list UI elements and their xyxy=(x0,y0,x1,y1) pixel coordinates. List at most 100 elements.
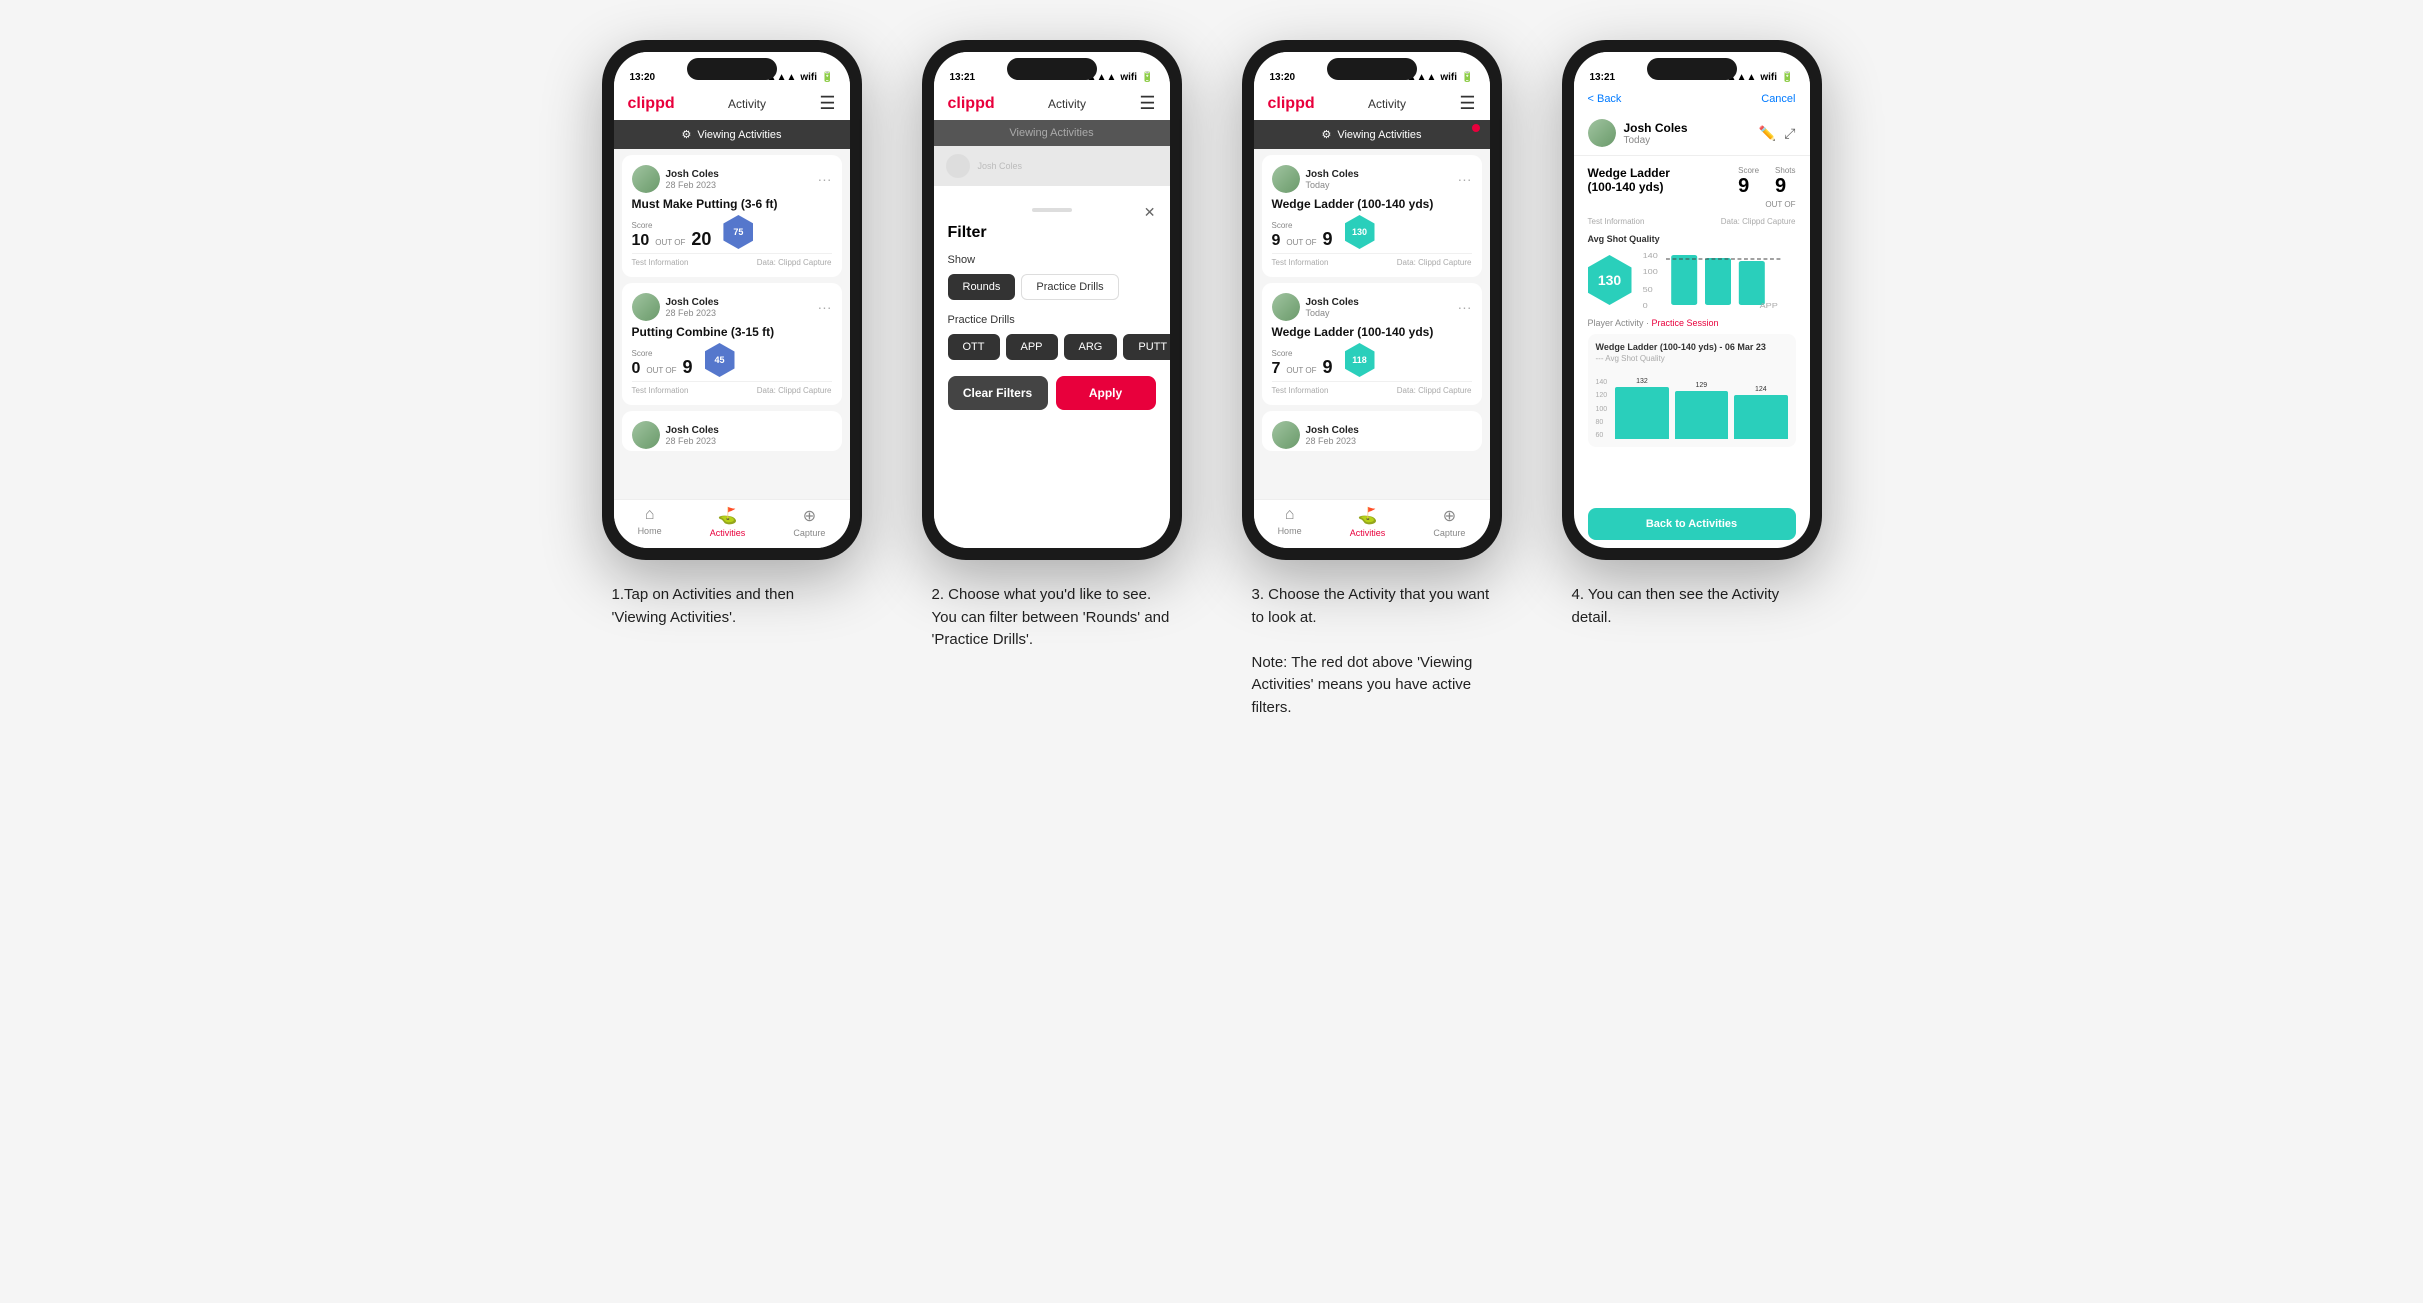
show-filter-buttons-2: Rounds Practice Drills xyxy=(948,274,1156,300)
user-name-1-1: Josh Coles xyxy=(666,169,719,180)
activity-card-3-3[interactable]: Josh Coles 28 Feb 2023 xyxy=(1262,411,1482,451)
detail-actions-4: ✏️ ⤢ xyxy=(1759,125,1796,142)
drill-filter-buttons-2: OTT APP ARG PUTT xyxy=(948,334,1156,360)
practice-session-link-4[interactable]: Practice Session xyxy=(1652,318,1719,328)
time-4: 13:21 xyxy=(1590,72,1616,83)
menu-icon-2[interactable]: ☰ xyxy=(1139,93,1155,114)
avg-quality-row-4: 130 140 100 50 0 xyxy=(1588,250,1796,310)
viewing-activities-bar-3[interactable]: ⚙ Viewing Activities xyxy=(1254,120,1490,149)
ott-btn-2[interactable]: OTT xyxy=(948,334,1000,360)
score-value-3-2: 7 xyxy=(1272,361,1281,377)
arg-btn-2[interactable]: ARG xyxy=(1064,334,1118,360)
home-label-3: Home xyxy=(1278,526,1302,536)
card-user-3-2: Josh Coles Today xyxy=(1272,293,1359,321)
bar-chart-subtitle-4: --- Avg Shot Quality xyxy=(1596,354,1788,363)
bar-item-4-3: 124 xyxy=(1734,386,1787,439)
score-value-1-2: 0 xyxy=(632,361,641,377)
card-header-3-2: Josh Coles Today ··· xyxy=(1272,293,1472,321)
shots-value-1-2: 9 xyxy=(682,358,692,376)
card-dots-3-2[interactable]: ··· xyxy=(1458,299,1472,315)
rounds-filter-btn-2[interactable]: Rounds xyxy=(948,274,1016,300)
activity-card-1-1[interactable]: Josh Coles 28 Feb 2023 ··· Must Make Put… xyxy=(622,155,842,277)
user-info-3-1: Josh Coles Today xyxy=(1306,169,1359,190)
activities-label-3: Activities xyxy=(1350,528,1386,538)
apply-btn-2[interactable]: Apply xyxy=(1056,376,1156,410)
detail-user-date-4: Today xyxy=(1624,135,1688,146)
app-btn-2[interactable]: APP xyxy=(1006,334,1058,360)
wifi-icon: wifi xyxy=(800,72,817,83)
phone-inner-1: 13:20 ▲▲▲ wifi 🔋 clippd Activity ☰ ⚙ xyxy=(614,52,850,548)
avatar-3-2 xyxy=(1272,293,1300,321)
cancel-button-4[interactable]: Cancel xyxy=(1761,93,1795,105)
activity-card-3-1[interactable]: Josh Coles Today ··· Wedge Ladder (100-1… xyxy=(1262,155,1482,277)
detail-user-name-4: Josh Coles xyxy=(1624,121,1688,135)
shot-quality-hex-1-1: 75 xyxy=(723,215,753,249)
page-container: 13:20 ▲▲▲ wifi 🔋 clippd Activity ☰ ⚙ xyxy=(592,40,1832,719)
menu-icon-1[interactable]: ☰ xyxy=(819,93,835,114)
avatar-1-1 xyxy=(632,165,660,193)
bottom-nav-home-3[interactable]: ⌂ Home xyxy=(1278,506,1302,538)
scroll-content-3: Josh Coles Today ··· Wedge Ladder (100-1… xyxy=(1254,149,1490,499)
user-name-3-3: Josh Coles xyxy=(1306,425,1359,436)
bottom-nav-activities-1[interactable]: ⛳ Activities xyxy=(710,506,746,538)
card-footer-1-2: Test Information Data: Clippd Capture xyxy=(632,381,832,395)
card-dots-1-2[interactable]: ··· xyxy=(818,299,832,315)
user-info-1-3: Josh Coles 28 Feb 2023 xyxy=(666,425,719,446)
bottom-nav-home-1[interactable]: ⌂ Home xyxy=(638,506,662,538)
activity-card-1-2[interactable]: Josh Coles 28 Feb 2023 ··· Putting Combi… xyxy=(622,283,842,405)
back-to-activities-btn-4[interactable]: Back to Activities xyxy=(1588,508,1796,540)
activities-icon-1: ⛳ xyxy=(718,506,738,526)
bottom-nav-1: ⌂ Home ⛳ Activities ⊕ Capture xyxy=(614,499,850,548)
caption-1: 1.Tap on Activities and then 'Viewing Ac… xyxy=(612,584,852,629)
bottom-nav-capture-3[interactable]: ⊕ Capture xyxy=(1433,506,1465,538)
edit-icon-4[interactable]: ✏️ xyxy=(1759,125,1776,142)
stats-row-1-2: Score 0 OUT OF 9 45 xyxy=(632,343,832,377)
card-user-1-3: Josh Coles 28 Feb 2023 xyxy=(632,421,719,449)
card-dots-3-1[interactable]: ··· xyxy=(1458,171,1472,187)
footer-right-3-1: Data: Clippd Capture xyxy=(1397,258,1472,267)
card-title-1-2: Putting Combine (3-15 ft) xyxy=(632,325,832,339)
logo-3: clippd xyxy=(1268,95,1315,113)
footer-left-1-1: Test Information xyxy=(632,258,689,267)
card-user-3-1: Josh Coles Today xyxy=(1272,165,1359,193)
card-header-1-1: Josh Coles 28 Feb 2023 ··· xyxy=(632,165,832,193)
footer-left-3-2: Test Information xyxy=(1272,386,1329,395)
nav-bar-1: clippd Activity ☰ xyxy=(614,87,850,120)
wifi-icon-3: wifi xyxy=(1440,72,1457,83)
scroll-content-1: Josh Coles 28 Feb 2023 ··· Must Make Put… xyxy=(614,149,850,499)
close-icon-2[interactable]: ✕ xyxy=(1144,204,1156,221)
footer-left-1-2: Test Information xyxy=(632,386,689,395)
menu-icon-3[interactable]: ☰ xyxy=(1459,93,1475,114)
phone-inner-2: 13:21 ▲▲▲ wifi 🔋 clippd Activity ☰ Viewi… xyxy=(934,52,1170,548)
activity-card-1-3[interactable]: Josh Coles 28 Feb 2023 xyxy=(622,411,842,451)
avg-quality-label-4: Avg Shot Quality xyxy=(1588,234,1796,244)
expand-icon-4[interactable]: ⤢ xyxy=(1784,125,1795,142)
bottom-nav-activities-3[interactable]: ⛳ Activities xyxy=(1350,506,1386,538)
bottom-nav-capture-1[interactable]: ⊕ Capture xyxy=(793,506,825,538)
card-dots-1-1[interactable]: ··· xyxy=(818,171,832,187)
stats-row-3-2: Score 7 OUT OF 9 118 xyxy=(1272,343,1472,377)
practice-drills-filter-btn-2[interactable]: Practice Drills xyxy=(1021,274,1118,300)
bar-item-4-1: 132 xyxy=(1615,378,1668,439)
viewing-activities-label-3: Viewing Activities xyxy=(1337,129,1421,141)
status-icons-4: ▲▲▲ wifi 🔋 xyxy=(1727,72,1794,83)
user-info-1-2: Josh Coles 28 Feb 2023 xyxy=(666,297,719,318)
phone-inner-3: 13:20 ▲▲▲ wifi 🔋 clippd Activity ☰ ⚙ Vie… xyxy=(1254,52,1490,548)
card-title-3-2: Wedge Ladder (100-140 yds) xyxy=(1272,325,1472,339)
clear-filters-btn-2[interactable]: Clear Filters xyxy=(948,376,1048,410)
filter-modal-2: ✕ Filter Show Rounds Practice Drills Pra… xyxy=(934,194,1170,548)
time-3: 13:20 xyxy=(1270,72,1296,83)
putt-btn-2[interactable]: PUTT xyxy=(1123,334,1169,360)
activity-card-3-2[interactable]: Josh Coles Today ··· Wedge Ladder (100-1… xyxy=(1262,283,1482,405)
user-info-3-3: Josh Coles 28 Feb 2023 xyxy=(1306,425,1359,446)
notch-2 xyxy=(1007,58,1097,80)
back-button-4[interactable]: < Back xyxy=(1588,93,1622,105)
big-hex-4: 130 xyxy=(1588,255,1632,305)
nav-center-1: Activity xyxy=(728,97,766,111)
battery-icon: 🔋 xyxy=(821,72,833,83)
avatar-3-3 xyxy=(1272,421,1300,449)
battery-icon-3: 🔋 xyxy=(1461,72,1473,83)
viewing-activities-bar-1[interactable]: ⚙ Viewing Activities xyxy=(614,120,850,149)
detail-title-row-4: Wedge Ladder(100-140 yds) Score 9 Shots … xyxy=(1588,166,1796,209)
home-label-1: Home xyxy=(638,526,662,536)
